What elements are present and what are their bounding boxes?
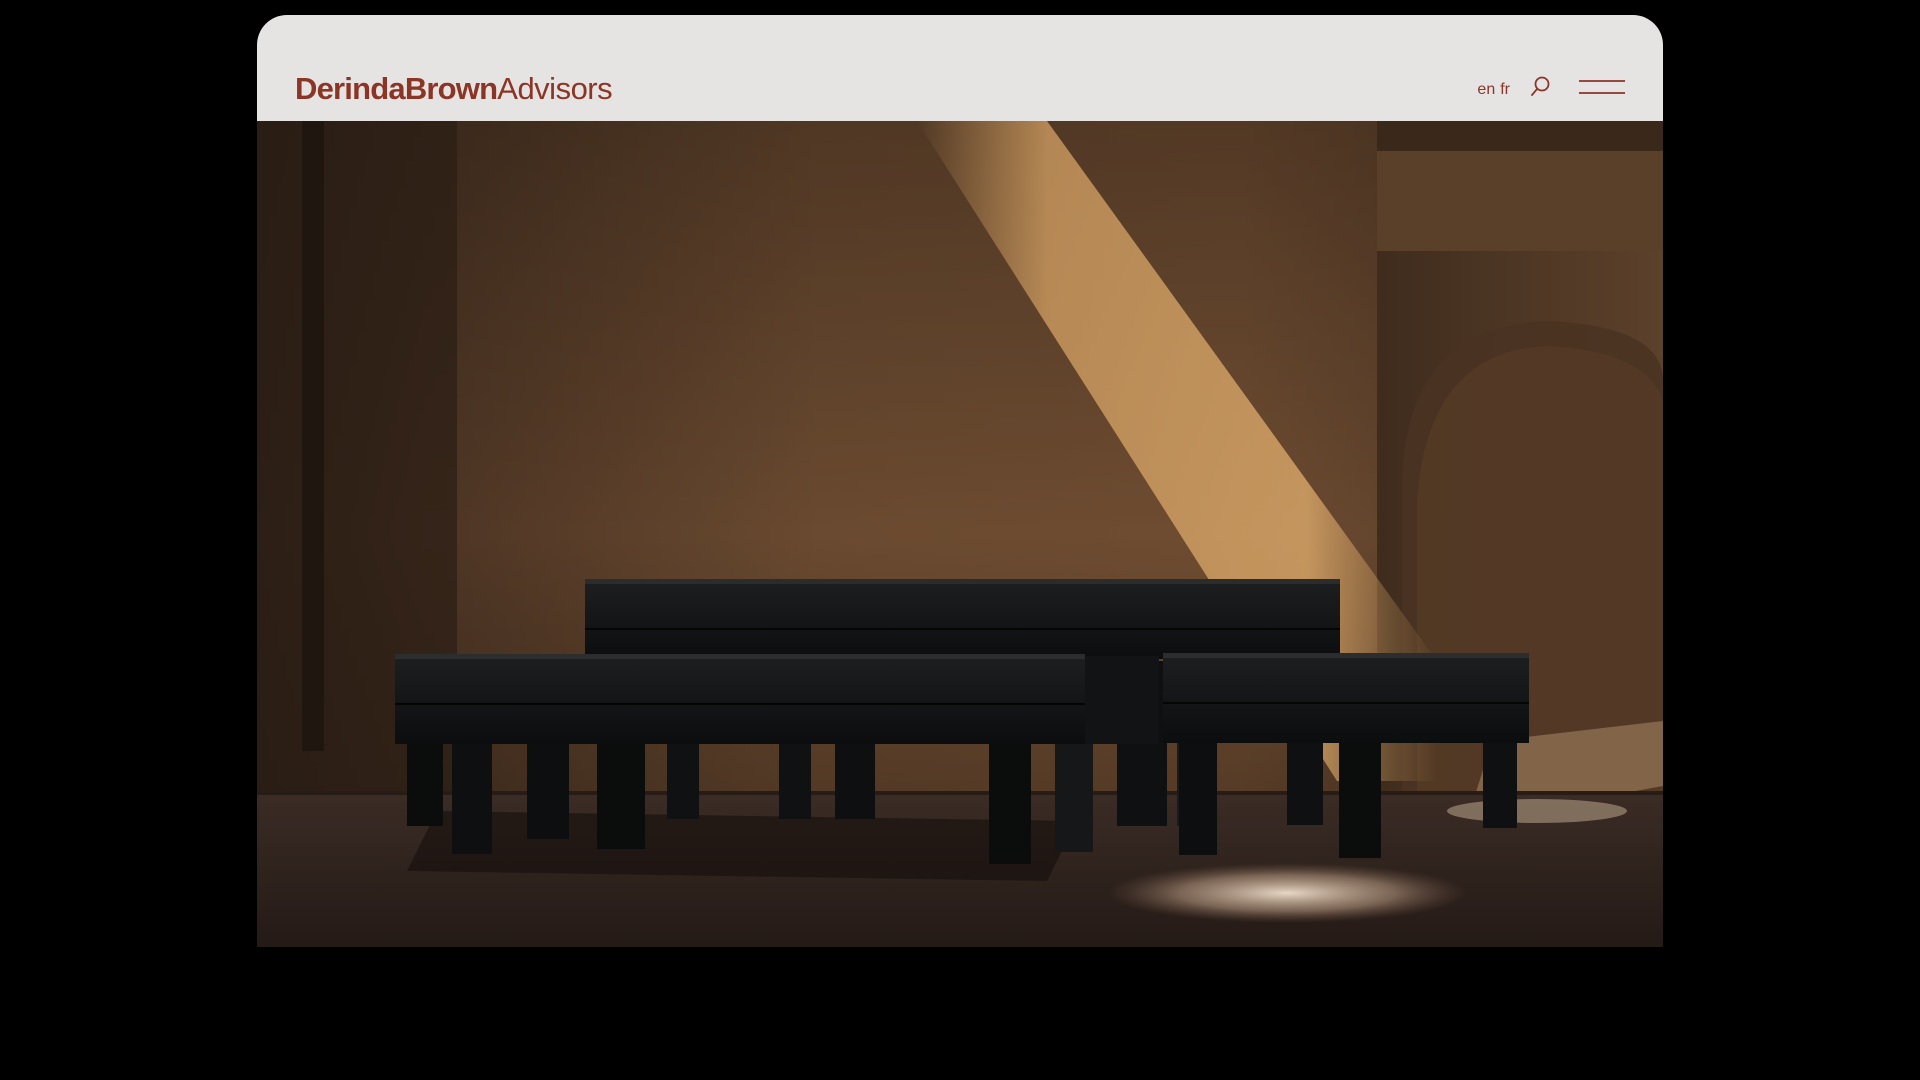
lang-fr-link[interactable]: fr xyxy=(1500,81,1510,98)
language-switcher: en fr xyxy=(1477,81,1510,99)
logo-bold-text: DerindaBrown xyxy=(295,71,498,106)
site-header: DerindaBrownAdvisors en fr xyxy=(257,53,1663,121)
lang-en-link[interactable]: en xyxy=(1477,81,1495,98)
browser-window: DerindaBrownAdvisors en fr xyxy=(257,15,1663,947)
search-icon[interactable] xyxy=(1529,75,1553,99)
site-logo[interactable]: DerindaBrownAdvisors xyxy=(295,71,613,106)
hero-photo-illustration xyxy=(257,121,1663,947)
browser-top-bar xyxy=(257,15,1663,54)
hero-image xyxy=(257,121,1663,947)
logo-light-text: Advisors xyxy=(497,71,613,106)
hamburger-menu-icon[interactable] xyxy=(1579,75,1625,99)
